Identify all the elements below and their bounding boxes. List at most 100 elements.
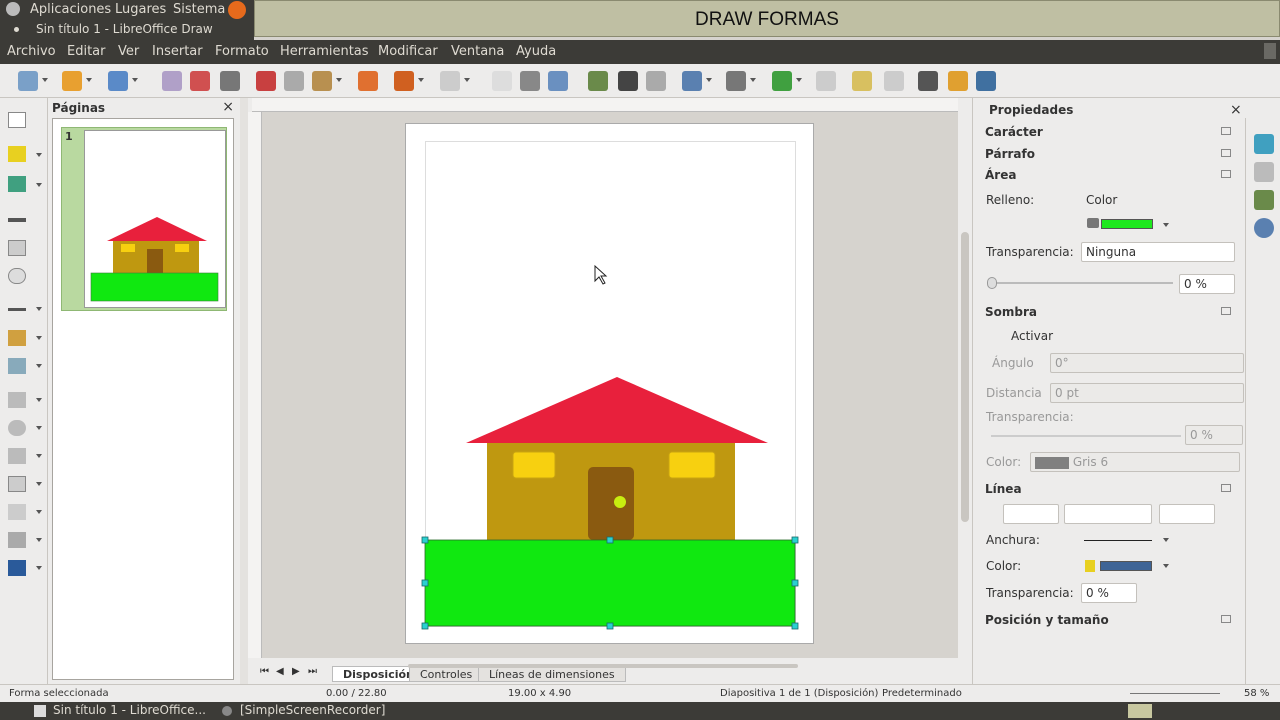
symbol-shapes-icon[interactable] — [8, 420, 26, 436]
grass-shape-selected[interactable] — [424, 539, 796, 627]
area-transparency-slider[interactable] — [987, 282, 1173, 284]
left-window-shape[interactable] — [512, 451, 556, 479]
curves-icon[interactable] — [8, 330, 26, 346]
vertical-scrollbar[interactable] — [958, 112, 972, 658]
line-arrow-start-select[interactable] — [1064, 504, 1152, 524]
line-style-select[interactable] — [1003, 504, 1059, 524]
right-window-shape[interactable] — [668, 451, 716, 479]
area-more-icon[interactable] — [1221, 170, 1231, 178]
properties-deck-icon[interactable] — [1254, 134, 1274, 154]
basic-shapes-dropdown-icon[interactable] — [36, 398, 42, 402]
stars-dropdown-icon[interactable] — [36, 538, 42, 542]
page-thumbnail[interactable]: 1 — [61, 127, 227, 311]
flowchart-icon[interactable] — [8, 476, 26, 492]
stars-icon[interactable] — [8, 532, 26, 548]
area-transparency-slider-thumb[interactable] — [987, 277, 997, 289]
new-document-icon[interactable] — [18, 71, 38, 91]
menu-close-document-icon[interactable] — [1264, 43, 1276, 59]
fill-color-icon[interactable] — [8, 176, 26, 192]
redo-icon[interactable] — [440, 71, 460, 91]
last-page-nav-icon[interactable]: ⏭ — [308, 666, 317, 677]
undo-icon[interactable] — [394, 71, 414, 91]
menu-ventana[interactable]: Ventana — [451, 44, 504, 59]
zoom-slider[interactable] — [1130, 693, 1220, 694]
rectangle-tool-icon[interactable] — [8, 240, 26, 256]
transformations-dropdown-icon[interactable] — [706, 78, 712, 82]
roof-shape[interactable] — [466, 377, 768, 443]
shadow-transparency-field[interactable]: 0 % — [1185, 425, 1243, 445]
align-icon[interactable] — [726, 71, 746, 91]
lines-arrows-icon[interactable] — [8, 308, 26, 311]
arrange-icon[interactable] — [772, 71, 792, 91]
navigator-deck-icon[interactable] — [1254, 218, 1274, 238]
cut-icon[interactable] — [256, 71, 276, 91]
3d-objects-icon[interactable] — [8, 560, 26, 576]
linea-more-icon[interactable] — [1221, 484, 1231, 492]
templates-icon[interactable] — [108, 71, 128, 91]
points-icon[interactable] — [918, 71, 938, 91]
helplines-icon[interactable] — [520, 71, 540, 91]
connectors-icon[interactable] — [8, 358, 26, 374]
section-linea[interactable]: Línea — [985, 482, 1022, 496]
properties-close-icon[interactable]: × — [1230, 102, 1242, 118]
menu-formato[interactable]: Formato — [215, 44, 269, 59]
firefox-icon[interactable] — [228, 1, 246, 19]
menu-insertar[interactable]: Insertar — [152, 44, 203, 59]
glue-points-icon[interactable] — [948, 71, 968, 91]
undo-dropdown-icon[interactable] — [418, 78, 424, 82]
transformations-icon[interactable] — [682, 71, 702, 91]
workspace-switcher[interactable] — [1128, 704, 1152, 718]
area-transparency-percent[interactable]: 0 % — [1179, 274, 1235, 294]
status-zoom[interactable]: 58 % — [1244, 688, 1269, 699]
drawing-page[interactable] — [405, 123, 814, 644]
redo-dropdown-icon[interactable] — [464, 78, 470, 82]
menu-modificar[interactable]: Modificar — [378, 44, 438, 59]
zoom-icon[interactable] — [548, 71, 568, 91]
clone-formatting-icon[interactable] — [358, 71, 378, 91]
align-dropdown-icon[interactable] — [750, 78, 756, 82]
drawing-canvas[interactable] — [262, 112, 958, 658]
caracter-more-icon[interactable] — [1221, 127, 1231, 135]
3d-objects-dropdown-icon[interactable] — [36, 566, 42, 570]
door-knob-shape[interactable] — [614, 496, 626, 508]
callouts-dropdown-icon[interactable] — [36, 510, 42, 514]
export-pdf-icon[interactable] — [190, 71, 210, 91]
block-arrows-icon[interactable] — [8, 448, 26, 464]
menu-herramientas[interactable]: Herramientas — [280, 44, 369, 59]
vertical-scroll-thumb[interactable] — [961, 232, 969, 522]
section-posicion-tamano[interactable]: Posición y tamaño — [985, 613, 1109, 627]
first-page-nav-icon[interactable]: ⏮ — [260, 666, 269, 677]
lines-arrows-dropdown-icon[interactable] — [36, 307, 42, 311]
section-area[interactable]: Área — [985, 168, 1016, 182]
shadow-icon[interactable] — [852, 71, 872, 91]
paste-dropdown-icon[interactable] — [336, 78, 342, 82]
ellipse-tool-icon[interactable] — [8, 268, 26, 284]
callouts-icon[interactable] — [8, 504, 26, 520]
line-color-icon[interactable] — [8, 146, 26, 162]
shadow-transparency-slider[interactable] — [991, 435, 1181, 437]
taskbar-item-libreoffice[interactable]: Sin título 1 - LibreOffice... — [53, 703, 206, 717]
shadow-distance-field[interactable]: 0 pt — [1050, 383, 1244, 403]
styles-deck-icon[interactable] — [1254, 162, 1274, 182]
line-tool-icon[interactable] — [8, 218, 26, 222]
curves-dropdown-icon[interactable] — [36, 336, 42, 340]
fill-type-select[interactable]: Color — [1081, 190, 1233, 210]
horizontal-ruler[interactable] — [252, 98, 958, 112]
export-icon[interactable] — [162, 71, 182, 91]
insert-image-icon[interactable] — [588, 71, 608, 91]
prev-page-nav-icon[interactable]: ◀ — [276, 666, 284, 677]
templates-dropdown-icon[interactable] — [132, 78, 138, 82]
fontwork-icon[interactable] — [646, 71, 666, 91]
menu-editar[interactable]: Editar — [67, 44, 106, 59]
fill-color-dropdown-icon[interactable] — [1163, 223, 1169, 227]
copy-icon[interactable] — [284, 71, 304, 91]
block-arrows-dropdown-icon[interactable] — [36, 454, 42, 458]
paste-icon[interactable] — [312, 71, 332, 91]
shadow-color-select[interactable]: Gris 6 — [1030, 452, 1240, 472]
menu-ayuda[interactable]: Ayuda — [516, 44, 556, 59]
taskbar-item-recorder[interactable]: [SimpleScreenRecorder] — [240, 703, 385, 717]
menu-applications[interactable]: Aplicaciones — [30, 2, 111, 17]
flowchart-dropdown-icon[interactable] — [36, 482, 42, 486]
distribute-icon[interactable] — [816, 71, 836, 91]
fill-color-swatch[interactable] — [1101, 219, 1153, 229]
